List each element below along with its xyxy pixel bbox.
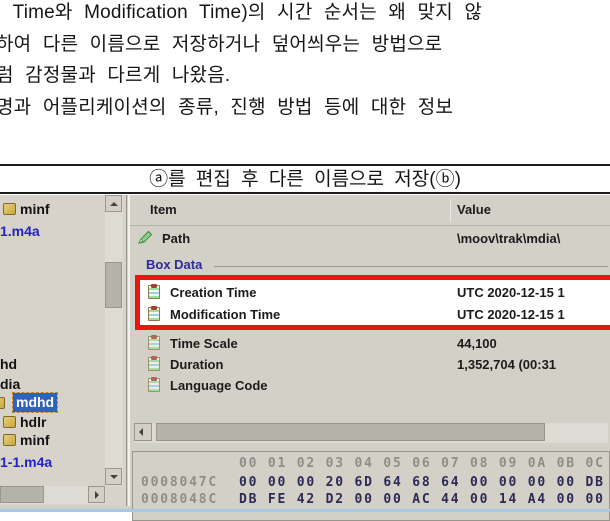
clipboard-icon [148, 378, 160, 392]
scrollbar-thumb[interactable] [156, 423, 545, 441]
row-time-scale[interactable]: Time Scale 44,100 [130, 334, 610, 355]
hex-bytes: 00 00 00 20 6D 64 68 64 00 00 00 00 DB [239, 475, 605, 490]
box-icon [0, 397, 5, 409]
paragraph-line: 럼 감정물과 다르게 나왔음. [0, 60, 610, 92]
scroll-left-button[interactable] [134, 423, 152, 441]
box-icon [3, 416, 16, 428]
property-grid-panel: Item Value Path \moov\trak\mdia\ Box Dat… [128, 195, 610, 506]
box-analyzer-window: minf 1.m4a hd dia mdhd hdlr minf 1-1.m4a [0, 195, 610, 512]
row-value: UTC 2020-12-15 1 [457, 285, 565, 300]
scrollbar-thumb[interactable] [105, 262, 122, 308]
row-value: UTC 2020-12-15 1 [457, 307, 565, 322]
tree-node-label: minf [20, 432, 50, 448]
clipboard-icon [148, 307, 160, 321]
row-label: Time Scale [170, 336, 238, 351]
tree-node-label: 1-1.m4a [0, 454, 52, 470]
row-label: Modification Time [170, 307, 280, 322]
tree-node-label: mdhd [13, 393, 57, 412]
arrow-left-icon [139, 428, 143, 436]
row-duration[interactable]: Duration 1,352,704 (00:31 [130, 355, 610, 376]
box-icon [3, 203, 16, 215]
pencil-icon [138, 230, 153, 245]
scroll-right-button[interactable] [88, 486, 105, 503]
hex-header-bytes: 00 01 02 03 04 05 06 07 08 09 0A 0B 0C [239, 456, 605, 471]
row-label: Path [162, 231, 190, 246]
tree-node-label: dia [0, 376, 20, 392]
grid-header: Item Value [130, 195, 610, 226]
box-icon [3, 434, 16, 446]
figure-caption: ⓐ를 편집 후 다른 이름으로 저장(ⓑ) [0, 164, 610, 194]
column-divider[interactable] [450, 199, 451, 222]
hex-offset: 0008048C [141, 492, 218, 507]
group-divider-line [214, 266, 608, 267]
row-label: Creation Time [170, 285, 256, 300]
document-paragraph: , Time와 Modification Time)의 시간 순서는 왜 맞지 … [0, 0, 610, 123]
tree-node-label: hdlr [20, 414, 46, 430]
clipboard-icon [148, 357, 160, 371]
scrollbar-thumb[interactable] [0, 486, 44, 503]
tree-node-label: 1.m4a [0, 223, 40, 239]
clipboard-icon [148, 336, 160, 350]
tree-node-label: hd [0, 356, 17, 372]
group-box-data: Box Data [130, 257, 610, 278]
box-tree-panel: minf 1.m4a hd dia mdhd hdlr minf 1-1.m4a [0, 195, 127, 506]
row-value: \moov\trak\mdia\ [457, 231, 560, 246]
group-label: Box Data [146, 257, 202, 272]
row-creation-time[interactable]: Creation Time UTC 2020-12-15 1 [130, 283, 610, 304]
window-bottom-edge [0, 509, 610, 512]
scroll-up-button[interactable] [105, 195, 122, 212]
tree-node-label: minf [20, 201, 50, 217]
paragraph-line: , Time와 Modification Time)의 시간 순서는 왜 맞지 … [0, 0, 610, 29]
row-path[interactable]: Path \moov\trak\mdia\ [130, 229, 610, 250]
row-value: 1,352,704 (00:31 [457, 357, 556, 372]
arrow-down-icon [110, 475, 118, 479]
row-language-code[interactable]: Language Code [130, 376, 610, 397]
row-label: Language Code [170, 378, 268, 393]
paragraph-line: 하여 다른 이름으로 저장하거나 덮어씌우는 방법으로 [0, 29, 610, 61]
row-value: 44,100 [457, 336, 497, 351]
row-label: Duration [170, 357, 223, 372]
hex-bytes: DB FE 42 D2 00 00 AC 44 00 14 A4 00 00 [239, 492, 605, 507]
arrow-up-icon [110, 202, 118, 206]
tree-vertical-scrollbar[interactable] [105, 195, 123, 486]
tree-horizontal-scrollbar[interactable] [0, 486, 106, 504]
column-header-item[interactable]: Item [150, 202, 177, 217]
arrow-right-icon [95, 491, 99, 499]
scroll-down-button[interactable] [105, 468, 122, 485]
hex-offset: 0008047C [141, 475, 218, 490]
grid-horizontal-scrollbar[interactable] [134, 423, 608, 443]
clipboard-icon [148, 285, 160, 299]
column-header-value[interactable]: Value [457, 202, 491, 217]
paragraph-line: 명과 어플리케이션의 종류, 진행 방법 등에 대한 정보 [0, 92, 610, 124]
row-modification-time[interactable]: Modification Time UTC 2020-12-15 1 [130, 305, 610, 326]
